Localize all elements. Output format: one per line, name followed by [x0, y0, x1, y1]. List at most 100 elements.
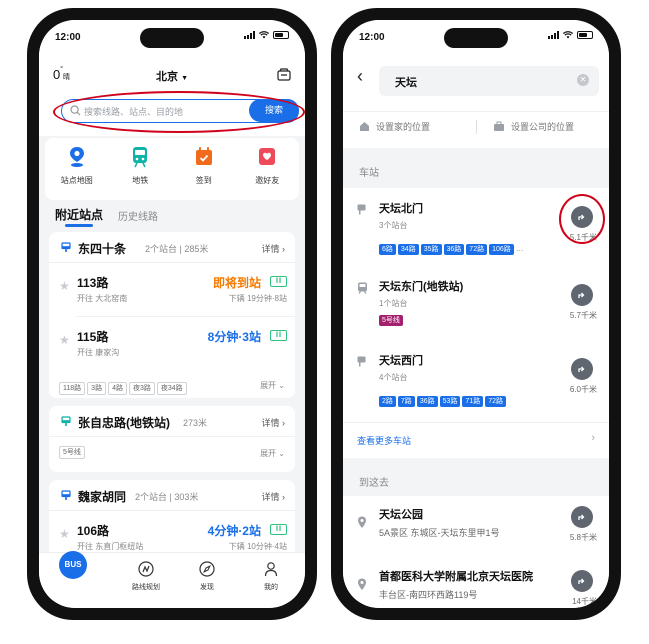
station-card: 东四十条 2个站台 | 285米 详情 › ★ 113路 开往 大北窑南 即将到…	[49, 232, 295, 398]
more-stations-link[interactable]: 查看更多车站 ›	[343, 424, 609, 458]
divider	[49, 436, 295, 437]
quick-station-map[interactable]: 站点地图	[45, 138, 109, 200]
shortcut-label: 设置家的位置	[376, 122, 431, 132]
navigate-arrow-icon	[578, 366, 585, 372]
station-detail-link[interactable]: 详情 ›	[261, 242, 285, 255]
status-bar: 12:00	[343, 20, 609, 56]
favorite-star-icon[interactable]: ★	[59, 279, 70, 293]
dynamic-island	[140, 28, 204, 48]
chevron-right-icon: ›	[591, 432, 595, 444]
subway-icon	[133, 147, 148, 168]
compass-icon	[199, 561, 215, 577]
station-result[interactable]: 天坛东门(地铁站) 1个站台 5号线 5.7千米	[343, 268, 609, 340]
route-row[interactable]: ★ 115路 开往 康家沟 8分钟·3站 ǁ‖	[49, 320, 295, 366]
divider-vertical	[476, 120, 477, 134]
favorite-star-icon[interactable]: ★	[59, 527, 70, 541]
line-chip: 71路	[462, 396, 484, 407]
quick-subway[interactable]: 地铁	[109, 138, 173, 200]
route-direction: 开往 康家沟	[77, 348, 120, 357]
back-chevron-icon[interactable]: ‹	[357, 66, 363, 87]
nav-discover[interactable]: 发现	[187, 561, 227, 592]
expand-button[interactable]: 展开 ⌄	[260, 380, 285, 391]
station-sub: 4个站台	[379, 373, 408, 382]
set-home-shortcut[interactable]: 设置家的位置	[359, 120, 430, 133]
navigate-button[interactable]	[571, 284, 593, 306]
route-chip[interactable]: 夜34路	[156, 382, 187, 395]
route-chip[interactable]: 3路	[87, 382, 107, 395]
bus-icon: BUS	[64, 560, 82, 569]
place-result[interactable]: 首都医科大学附属北京天坛医院 丰台区-南四环西路119号 14千米	[343, 558, 609, 608]
route-next: 下辆 10分钟·4站	[228, 542, 287, 551]
station-detail-link[interactable]: 详情 ›	[261, 490, 285, 503]
wallet-icon[interactable]	[277, 68, 291, 81]
quick-invite[interactable]: 邀好友	[236, 138, 300, 200]
navigate-button[interactable]	[571, 570, 593, 592]
line-chip: 106路	[489, 244, 514, 255]
station-name[interactable]: 魏家胡同	[78, 488, 126, 505]
quick-checkin[interactable]: 签到	[172, 138, 236, 200]
navigate-arrow-icon	[578, 292, 585, 298]
set-work-shortcut[interactable]: 设置公司的位置	[493, 120, 574, 133]
quick-actions: 站点地图 地铁 签到 邀好友	[45, 138, 299, 200]
route-icon	[138, 561, 154, 577]
subway-line-chip[interactable]: 5号线	[59, 446, 85, 459]
station-result[interactable]: 天坛北门 3个站台 6路 34路 35路 36路 72路 106路… 5.1千米	[343, 188, 609, 266]
station-distance: 5.7千米	[569, 311, 597, 320]
city-selector[interactable]: 北京 ▼	[39, 68, 305, 84]
more-stations-label: 查看更多车站	[357, 436, 412, 446]
location-pin-icon	[69, 147, 84, 167]
route-chip-row: 118路 3路 4路 夜3路 夜34路	[59, 377, 189, 395]
line-chip: 72路	[466, 244, 488, 255]
divider	[77, 316, 295, 317]
bus-stop-icon	[61, 490, 71, 500]
station-meta: 2个站台 | 303米	[135, 492, 199, 502]
quick-label: 邀好友	[255, 176, 280, 185]
city-name: 北京	[156, 71, 178, 83]
place-name: 首都医科大学附属北京天坛医院	[379, 571, 533, 583]
signal-icon	[244, 31, 255, 39]
line-chip: 35路	[420, 244, 442, 255]
map-pin-icon	[358, 516, 366, 528]
more-ellipsis: …	[515, 244, 524, 253]
status-icons	[548, 31, 593, 39]
nav-bus[interactable]: BUS	[59, 551, 87, 579]
phone-frame-left: 12:00 0 ° 晴 北京 ▼ 搜索线路、站点、目的地 搜索 站点地图 地铁 …	[27, 8, 317, 620]
home-icon	[360, 122, 369, 131]
route-chip[interactable]: 4路	[108, 382, 127, 395]
route-next: 下辆 19分钟·8站	[228, 294, 287, 303]
navigate-button[interactable]	[571, 506, 593, 528]
bus-stop-icon	[357, 356, 366, 367]
route-name: 115路	[77, 330, 109, 344]
station-name: 天坛东门(地铁站)	[379, 281, 464, 293]
expand-button[interactable]: 展开 ⌄	[260, 448, 285, 459]
place-result[interactable]: 天坛公园 5A景区 东城区-天坛东里甲1号 5.8千米	[343, 496, 609, 556]
route-row[interactable]: ★ 113路 开往 大北窑南 即将到站 ǁ‖ 下辆 19分钟·8站	[49, 266, 295, 312]
tab-history-routes[interactable]: 历史线路	[118, 208, 158, 223]
clear-icon[interactable]: ✕	[577, 74, 589, 86]
tab-nearby-stations[interactable]: 附近站点	[55, 206, 103, 223]
favorite-star-icon[interactable]: ★	[59, 333, 70, 347]
quick-label: 地铁	[132, 176, 149, 185]
nav-label: 路线规划	[132, 584, 160, 591]
line-chips: 2路 7路 36路 53路 71路 72路	[379, 390, 508, 408]
navigate-button[interactable]	[571, 358, 593, 380]
station-results: 天坛北门 3个站台 6路 34路 35路 36路 72路 106路… 5.1千米 天坛东门…	[343, 188, 609, 458]
nav-route-plan[interactable]: 路线规划	[121, 561, 171, 592]
nav-me[interactable]: 我的	[251, 561, 291, 592]
search-input[interactable]: 天坛 ✕	[379, 66, 599, 96]
phone-frame-right: 12:00 ‹ 天坛 ✕ 设置家的位置 设置公司的位置 车站 天坛北门 3个站台…	[331, 8, 621, 620]
battery-icon	[273, 31, 289, 39]
route-direction: 开往 东直门枢纽站	[77, 542, 144, 551]
station-detail-link[interactable]: 详情 ›	[261, 416, 285, 429]
station-name: 天坛西门	[379, 355, 423, 367]
highlight-ring	[559, 194, 605, 244]
station-result[interactable]: 天坛西门 4个站台 2路 7路 36路 53路 71路 72路 6.0千米	[343, 342, 609, 418]
route-chip[interactable]: 118路	[59, 382, 86, 395]
station-sub: 3个站台	[379, 221, 408, 230]
quick-label: 签到	[195, 176, 212, 185]
line-chip: 36路	[416, 396, 438, 407]
quick-label: 站点地图	[60, 176, 93, 185]
route-chip[interactable]: 夜3路	[128, 382, 155, 395]
station-name[interactable]: 张自忠路(地铁站)	[78, 414, 170, 431]
station-name[interactable]: 东四十条	[78, 240, 126, 257]
